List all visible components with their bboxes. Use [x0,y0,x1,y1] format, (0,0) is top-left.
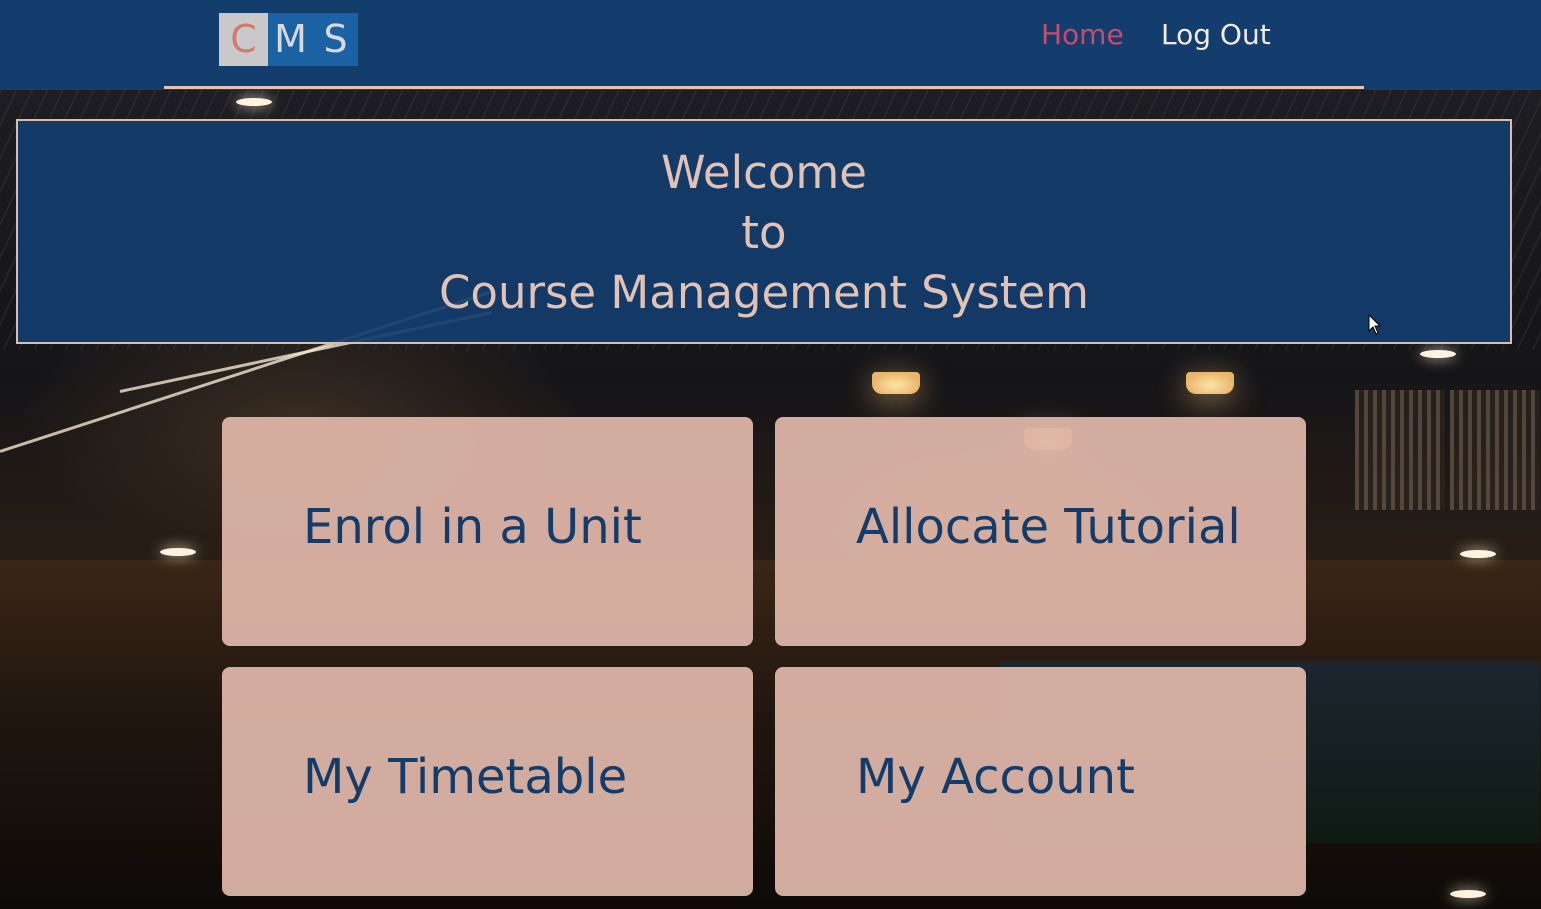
cms-logo[interactable]: C M S [219,13,358,66]
enrol-unit-tile[interactable]: Enrol in a Unit [222,417,753,646]
ceiling-light [236,98,272,106]
nav-home-link[interactable]: Home [1041,16,1124,54]
ceiling-light [160,548,196,556]
welcome-line-1: Welcome [661,146,867,199]
tile-label: Enrol in a Unit [303,499,642,555]
nav-logout-link[interactable]: Log Out [1161,16,1271,54]
my-account-tile[interactable]: My Account [775,667,1306,896]
welcome-line-3: Course Management System [439,266,1089,319]
mouse-cursor-icon [1368,314,1382,335]
logo-letter-c: C [219,13,268,66]
tile-label: Allocate Tutorial [856,499,1241,555]
logo-letter-m: M [268,13,313,66]
welcome-banner: Welcome to Course Management System [16,119,1512,344]
nav-divider [164,86,1364,89]
ceiling-lamp [1186,372,1234,394]
welcome-line-2: to [741,206,787,259]
tile-label: My Account [856,749,1135,805]
tile-label: My Timetable [303,749,628,805]
my-timetable-tile[interactable]: My Timetable [222,667,753,896]
bookshelf [1450,390,1540,510]
allocate-tutorial-tile[interactable]: Allocate Tutorial [775,417,1306,646]
logo-letter-s: S [313,13,358,66]
ceiling-light [1420,350,1456,358]
ceiling-light [1460,550,1496,558]
ceiling-light [1450,890,1486,898]
bookshelf [1355,390,1445,510]
top-navigation-bar: C M S Home Log Out [0,0,1541,90]
ceiling-lamp [872,372,920,394]
